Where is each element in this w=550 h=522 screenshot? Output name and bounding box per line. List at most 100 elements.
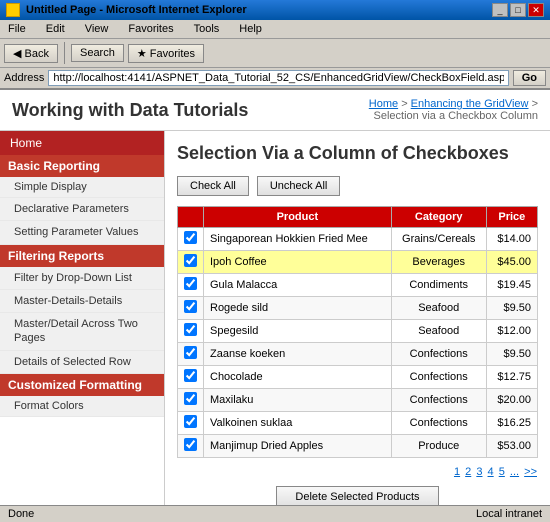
table-header-category: Category — [391, 207, 486, 228]
page-next[interactable]: ... — [510, 466, 519, 478]
menu-bar: File Edit View Favorites Tools Help — [0, 20, 550, 39]
pagination: 1 2 3 4 5 ... >> — [177, 466, 538, 478]
table-row: Singaporean Hokkien Fried Mee Grains/Cer… — [178, 228, 538, 251]
table-row: Maxilaku Confections $20.00 — [178, 389, 538, 412]
sidebar-item-master-details[interactable]: Master-Details-Details — [0, 290, 164, 313]
product-category: Confections — [391, 343, 486, 366]
uncheck-all-button[interactable]: Uncheck All — [257, 176, 340, 196]
menu-tools[interactable]: Tools — [190, 22, 224, 36]
sidebar-section-customized-formatting[interactable]: Customized Formatting — [0, 374, 164, 396]
page-2[interactable]: 2 — [465, 466, 471, 478]
status-text: Done — [8, 508, 34, 520]
row-checkbox[interactable] — [184, 231, 197, 244]
menu-edit[interactable]: Edit — [42, 22, 69, 36]
page-title: Selection Via a Column of Checkboxes — [177, 143, 538, 164]
minimize-button[interactable]: _ — [492, 3, 508, 17]
page-last[interactable]: >> — [524, 466, 537, 478]
table-header-price: Price — [486, 207, 537, 228]
address-label: Address — [4, 72, 44, 84]
row-checkbox[interactable] — [184, 438, 197, 451]
table-row: Rogede sild Seafood $9.50 — [178, 297, 538, 320]
breadcrumb-home[interactable]: Home — [369, 98, 398, 110]
breadcrumb-sep1: > — [401, 98, 410, 110]
table-row: Gula Malacca Condiments $19.45 — [178, 274, 538, 297]
table-row: Zaanse koeken Confections $9.50 — [178, 343, 538, 366]
product-category: Seafood — [391, 320, 486, 343]
row-checkbox[interactable] — [184, 254, 197, 267]
toolbar: ◀ Back Search ★ Favorites — [0, 39, 550, 68]
product-price: $9.50 — [486, 297, 537, 320]
row-checkbox[interactable] — [184, 369, 197, 382]
breadcrumb: Home > Enhancing the GridView > Selectio… — [369, 98, 538, 122]
menu-help[interactable]: Help — [235, 22, 266, 36]
maximize-button[interactable]: □ — [510, 3, 526, 17]
breadcrumb-link1[interactable]: Enhancing the GridView — [411, 98, 529, 110]
row-checkbox[interactable] — [184, 346, 197, 359]
row-checkbox-cell — [178, 251, 204, 274]
check-buttons-row: Check All Uncheck All — [177, 176, 538, 196]
main-layout: Home Basic Reporting Simple Display Decl… — [0, 131, 550, 505]
row-checkbox-cell — [178, 228, 204, 251]
row-checkbox[interactable] — [184, 277, 197, 290]
table-row: Manjimup Dried Apples Produce $53.00 — [178, 435, 538, 458]
site-header: Working with Data Tutorials Home > Enhan… — [0, 90, 550, 131]
sidebar-item-filter-dropdown[interactable]: Filter by Drop-Down List — [0, 267, 164, 290]
table-row: Chocolade Confections $12.75 — [178, 366, 538, 389]
product-name: Maxilaku — [204, 389, 392, 412]
row-checkbox-cell — [178, 412, 204, 435]
row-checkbox-cell — [178, 389, 204, 412]
sidebar: Home Basic Reporting Simple Display Decl… — [0, 131, 165, 505]
content-area: Selection Via a Column of Checkboxes Che… — [165, 131, 550, 505]
sidebar-item-simple-display[interactable]: Simple Display — [0, 177, 164, 198]
site-title: Working with Data Tutorials — [12, 100, 248, 121]
sidebar-item-setting-param-values[interactable]: Setting Parameter Values — [0, 221, 164, 244]
row-checkbox[interactable] — [184, 323, 197, 336]
product-price: $12.00 — [486, 320, 537, 343]
sidebar-item-details-selected-row[interactable]: Details of Selected Row — [0, 351, 164, 374]
sidebar-item-format-colors[interactable]: Format Colors — [0, 396, 164, 417]
product-price: $19.45 — [486, 274, 537, 297]
check-all-button[interactable]: Check All — [177, 176, 249, 196]
sidebar-section-filtering[interactable]: Filtering Reports — [0, 245, 164, 267]
address-input[interactable] — [48, 70, 508, 86]
delete-row: Delete Selected Products — [177, 486, 538, 505]
go-button[interactable]: Go — [513, 70, 546, 86]
product-category: Confections — [391, 389, 486, 412]
row-checkbox[interactable] — [184, 415, 197, 428]
title-bar: Untitled Page - Microsoft Internet Explo… — [0, 0, 550, 20]
row-checkbox[interactable] — [184, 392, 197, 405]
product-price: $14.00 — [486, 228, 537, 251]
row-checkbox-cell — [178, 435, 204, 458]
sidebar-item-master-detail-two-pages[interactable]: Master/Detail Across Two Pages — [0, 313, 164, 351]
row-checkbox[interactable] — [184, 300, 197, 313]
product-category: Confections — [391, 412, 486, 435]
page-3[interactable]: 3 — [476, 466, 482, 478]
status-left: Done — [8, 508, 34, 520]
product-name: Valkoinen suklaa — [204, 412, 392, 435]
menu-file[interactable]: File — [4, 22, 30, 36]
app-icon — [6, 3, 20, 17]
breadcrumb-sep2: > — [532, 98, 538, 110]
product-name: Spegesild — [204, 320, 392, 343]
search-button[interactable]: Search — [71, 44, 124, 62]
product-price: $12.75 — [486, 366, 537, 389]
page-1[interactable]: 1 — [454, 466, 460, 478]
sidebar-home[interactable]: Home — [0, 131, 164, 155]
sidebar-section-basic-reporting[interactable]: Basic Reporting — [0, 155, 164, 177]
table-row: Spegesild Seafood $12.00 — [178, 320, 538, 343]
favorites-button[interactable]: ★ Favorites — [128, 44, 204, 63]
product-category: Produce — [391, 435, 486, 458]
product-category: Beverages — [391, 251, 486, 274]
product-name: Manjimup Dried Apples — [204, 435, 392, 458]
page-4[interactable]: 4 — [488, 466, 494, 478]
product-price: $16.25 — [486, 412, 537, 435]
close-button[interactable]: ✕ — [528, 3, 544, 17]
delete-selected-button[interactable]: Delete Selected Products — [276, 486, 438, 505]
page-5[interactable]: 5 — [499, 466, 505, 478]
back-button[interactable]: ◀ Back — [4, 44, 58, 63]
product-name: Gula Malacca — [204, 274, 392, 297]
menu-view[interactable]: View — [81, 22, 113, 36]
row-checkbox-cell — [178, 274, 204, 297]
menu-favorites[interactable]: Favorites — [124, 22, 177, 36]
sidebar-item-declarative-params[interactable]: Declarative Parameters — [0, 198, 164, 221]
